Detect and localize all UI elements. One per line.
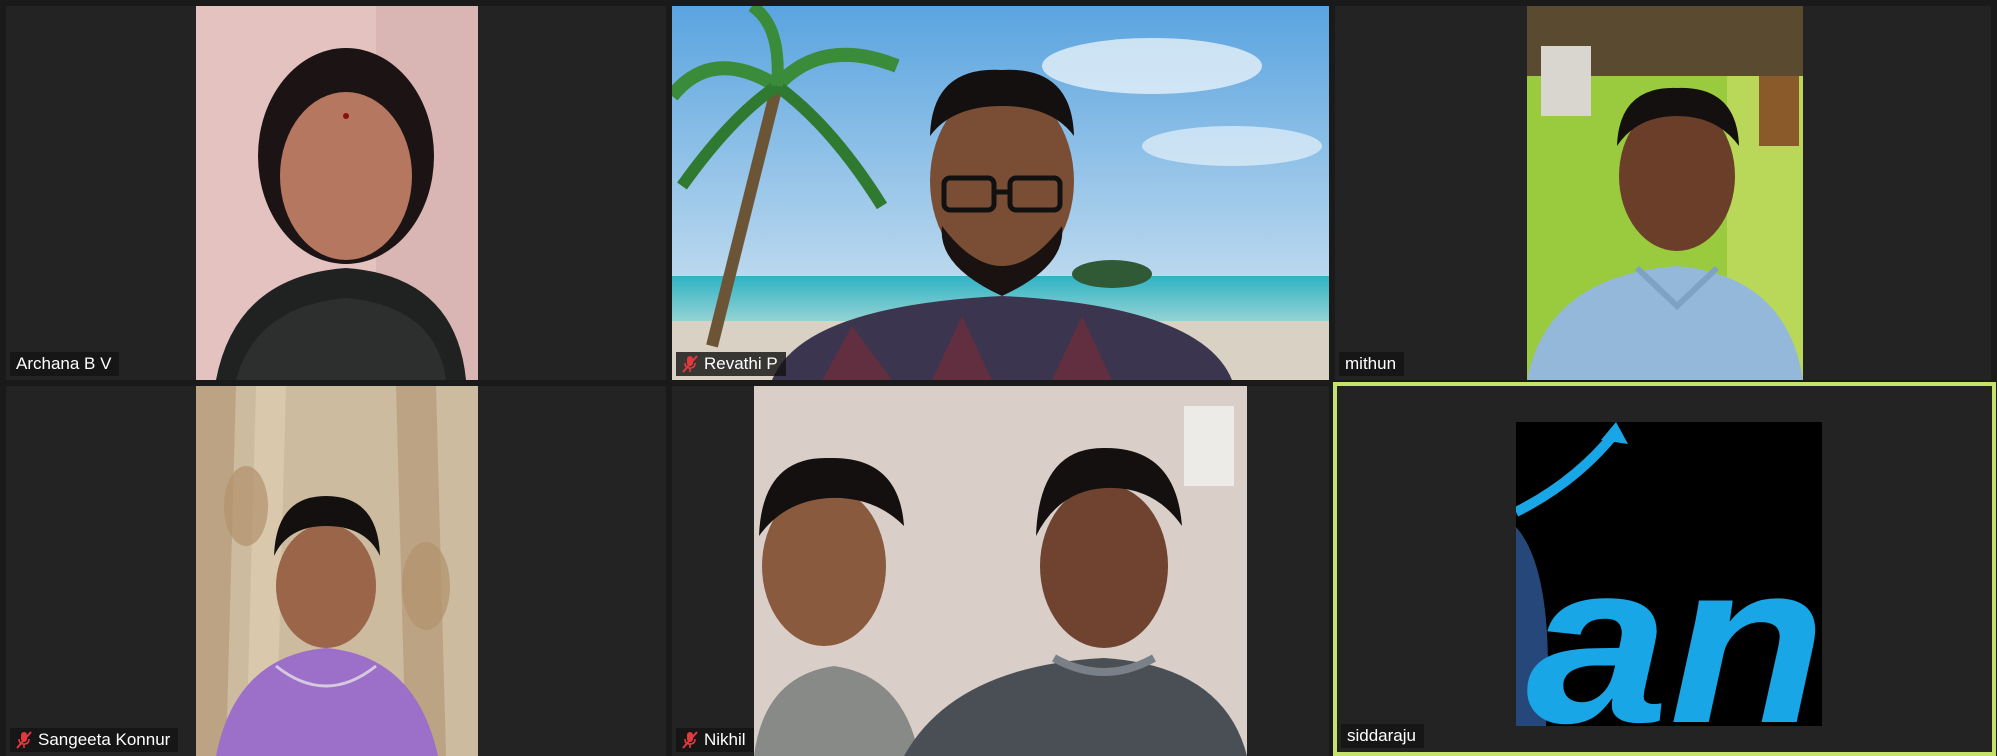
- participant-video-image: [196, 386, 478, 756]
- participant-tile-siddaraju[interactable]: an siddaraju: [1333, 382, 1996, 756]
- mic-muted-icon: [16, 731, 32, 749]
- video-feed: [754, 386, 1247, 756]
- video-feed: [196, 386, 478, 756]
- participant-name: Nikhil: [704, 730, 746, 749]
- profile-picture: an: [1516, 422, 1822, 726]
- video-grid: Archana B V Revathi P mithun Sangeeta Ko…: [0, 0, 1997, 756]
- participant-video-image: [754, 386, 1247, 756]
- participant-name-label: siddaraju: [1341, 724, 1424, 748]
- participant-tile-mithun[interactable]: mithun: [1335, 6, 1991, 380]
- participant-name: mithun: [1345, 354, 1397, 373]
- participant-video-image: [1527, 6, 1803, 380]
- mic-muted-icon: [682, 355, 698, 373]
- participant-tile-revathi[interactable]: Revathi P: [672, 6, 1329, 380]
- video-feed: [1527, 6, 1803, 380]
- profile-image: an: [1516, 422, 1822, 726]
- video-feed: [672, 6, 1329, 380]
- participant-name: Archana B V: [16, 354, 112, 373]
- participant-tile-nikhil[interactable]: Nikhil: [672, 386, 1329, 756]
- video-feed: [196, 6, 478, 380]
- participant-name: siddaraju: [1347, 726, 1416, 745]
- participant-tile-archana[interactable]: Archana B V: [6, 6, 666, 380]
- participant-video-image: [196, 6, 478, 380]
- participant-name-label: mithun: [1339, 352, 1405, 376]
- participant-name-label: Revathi P: [676, 352, 786, 376]
- participant-name-label: Nikhil: [676, 728, 754, 752]
- participant-name-label: Sangeeta Konnur: [10, 728, 179, 752]
- participant-name: Revathi P: [704, 354, 778, 373]
- mic-muted-icon: [682, 731, 698, 749]
- participant-name-label: Archana B V: [10, 352, 120, 376]
- participant-tile-sangeeta[interactable]: Sangeeta Konnur: [6, 386, 666, 756]
- participant-video-image: [672, 6, 1329, 380]
- profile-letters: an: [1526, 514, 1822, 726]
- participant-name: Sangeeta Konnur: [38, 730, 171, 749]
